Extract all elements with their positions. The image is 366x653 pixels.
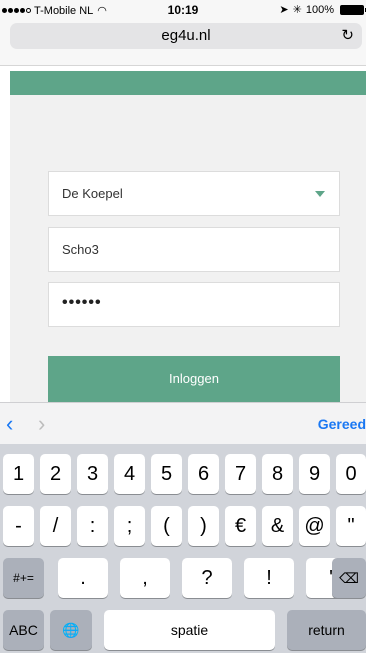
bluetooth-icon: ✳ [292, 4, 302, 16]
password-value: •••••• [62, 294, 102, 311]
key-7[interactable]: 7 [225, 454, 256, 494]
backspace-icon[interactable]: ⌫ [332, 558, 366, 598]
keyboard: 1 2 3 4 5 6 7 8 9 0 - / : ; ( ) € & @ " … [0, 444, 366, 653]
key-at[interactable]: @ [299, 506, 330, 546]
chevron-right-icon[interactable]: › [38, 411, 45, 437]
key-hyphen[interactable]: - [3, 506, 34, 546]
key-8[interactable]: 8 [262, 454, 293, 494]
caret-down-icon [315, 191, 325, 197]
school-select[interactable]: De Koepel [48, 171, 340, 216]
password-input[interactable]: •••••• [48, 282, 340, 327]
globe-icon[interactable]: 🌐 [50, 610, 92, 650]
return-key[interactable]: return [287, 610, 366, 650]
key-5[interactable]: 5 [151, 454, 182, 494]
chevron-left-icon[interactable]: ‹ [6, 411, 13, 437]
key-euro[interactable]: € [225, 506, 256, 546]
keyboard-toolbar: ‹ › Gereed [0, 402, 366, 444]
space-key[interactable]: spatie [104, 610, 275, 650]
browser-toolbar: eg4u.nl ↻ [0, 20, 366, 66]
done-button[interactable]: Gereed [318, 416, 366, 432]
key-period[interactable]: . [58, 558, 108, 598]
battery-icon [340, 4, 366, 15]
key-open-paren[interactable]: ( [151, 506, 182, 546]
address-bar[interactable]: eg4u.nl ↻ [10, 23, 362, 49]
key-4[interactable]: 4 [114, 454, 145, 494]
username-input[interactable]: Scho3 [48, 227, 340, 272]
battery-percent: 100% [305, 3, 334, 16]
key-semicolon[interactable]: ; [114, 506, 145, 546]
key-3[interactable]: 3 [77, 454, 108, 494]
username-value: Scho3 [62, 242, 99, 257]
symbols-shift-key[interactable]: #+= [3, 558, 44, 598]
key-1[interactable]: 1 [3, 454, 34, 494]
key-ampersand[interactable]: & [262, 506, 293, 546]
status-bar: T-Mobile NL ◠ 10:19 ➤ ✳ 100% [0, 0, 366, 20]
login-button[interactable]: Inloggen [48, 356, 340, 402]
key-close-paren[interactable]: ) [188, 506, 219, 546]
reload-icon[interactable]: ↻ [341, 26, 354, 44]
status-right: ➤ ✳ 100% [279, 3, 366, 16]
school-select-value: De Koepel [62, 186, 123, 201]
url-text: eg4u.nl [161, 27, 211, 44]
key-quote[interactable]: " [336, 506, 366, 546]
key-9[interactable]: 9 [299, 454, 330, 494]
key-question[interactable]: ? [182, 558, 232, 598]
key-colon[interactable]: : [77, 506, 108, 546]
abc-key[interactable]: ABC [3, 610, 44, 650]
login-page: De Koepel Scho3 •••••• Inloggen [10, 95, 366, 402]
site-header-bar [10, 71, 366, 95]
key-slash[interactable]: / [40, 506, 71, 546]
key-exclamation[interactable]: ! [244, 558, 294, 598]
key-2[interactable]: 2 [40, 454, 71, 494]
location-icon: ➤ [279, 4, 289, 16]
key-comma[interactable]: , [120, 558, 170, 598]
key-0[interactable]: 0 [336, 454, 366, 494]
key-6[interactable]: 6 [188, 454, 219, 494]
